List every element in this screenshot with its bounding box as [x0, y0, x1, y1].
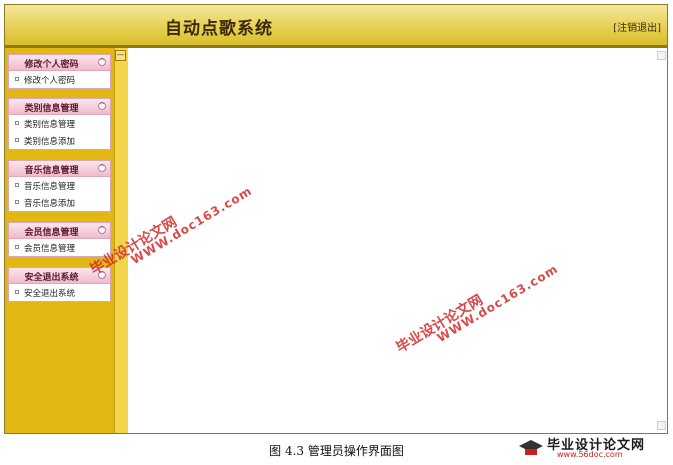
menu-group-member: 会员信息管理 ^ 会员信息管理 — [8, 222, 111, 257]
menu-group-header[interactable]: 会员信息管理 ^ — [9, 223, 110, 239]
bullet-icon — [15, 290, 19, 294]
sidebar: 修改个人密码 ^ 修改个人密码 类别信息管理 ^ 类别信息管理 类别信息添加 音… — [5, 48, 114, 433]
menu-group-header[interactable]: 音乐信息管理 ^ — [9, 161, 110, 177]
header-bar: 自动点歌系统 [注销退出] — [5, 5, 667, 48]
brand-logo: 毕业设计论文网 www.56doc.com — [517, 434, 667, 462]
menu-item-label: 音乐信息管理 — [24, 182, 76, 192]
menu-item-label: 类别信息管理 — [24, 120, 76, 130]
menu-item-category-manage[interactable]: 类别信息管理 — [9, 115, 110, 132]
menu-item-music-manage[interactable]: 音乐信息管理 — [9, 177, 110, 194]
scroll-up-arrow-icon[interactable] — [657, 51, 666, 60]
main-content-frame — [128, 48, 667, 433]
bullet-icon — [15, 77, 19, 81]
scroll-down-arrow-icon[interactable] — [657, 421, 666, 430]
menu-group-title: 修改个人密码 — [24, 60, 79, 70]
menu-group-music: 音乐信息管理 ^ 音乐信息管理 音乐信息添加 — [8, 160, 111, 212]
bullet-icon — [15, 183, 19, 187]
menu-item-label: 音乐信息添加 — [24, 199, 76, 209]
collapse-circle-icon[interactable]: ^ — [98, 164, 106, 172]
menu-item-category-add[interactable]: 类别信息添加 — [9, 132, 110, 149]
app-title: 自动点歌系统 — [165, 19, 273, 39]
menu-group-title: 会员信息管理 — [24, 228, 79, 238]
graduation-cap-icon — [519, 440, 543, 455]
menu-item-label: 修改个人密码 — [24, 76, 76, 86]
menu-group-header[interactable]: 类别信息管理 ^ — [9, 99, 110, 115]
logout-link[interactable]: [注销退出] — [613, 19, 661, 34]
menu-item-label: 安全退出系统 — [24, 289, 76, 299]
menu-group-category: 类别信息管理 ^ 类别信息管理 类别信息添加 — [8, 98, 111, 150]
collapse-sidebar-button[interactable]: — — [115, 50, 126, 61]
menu-item-music-add[interactable]: 音乐信息添加 — [9, 194, 110, 211]
menu-group-title: 安全退出系统 — [24, 273, 79, 283]
collapse-circle-icon[interactable]: ^ — [98, 102, 106, 110]
bullet-icon — [15, 121, 19, 125]
menu-group-title: 音乐信息管理 — [24, 166, 79, 176]
menu-group-header[interactable]: 修改个人密码 ^ — [9, 55, 110, 71]
menu-item-label: 会员信息管理 — [24, 244, 76, 254]
collapse-circle-icon[interactable]: ^ — [98, 58, 106, 66]
menu-item-label: 类别信息添加 — [24, 137, 76, 147]
menu-item-safe-exit[interactable]: 安全退出系统 — [9, 284, 110, 301]
app-window: 自动点歌系统 [注销退出] 修改个人密码 ^ 修改个人密码 类别信息管理 ^ 类… — [4, 4, 668, 434]
menu-item-member-manage[interactable]: 会员信息管理 — [9, 239, 110, 256]
bullet-icon — [15, 245, 19, 249]
menu-item-change-password[interactable]: 修改个人密码 — [9, 71, 110, 88]
menu-group-title: 类别信息管理 — [24, 104, 79, 114]
bullet-icon — [15, 138, 19, 142]
bullet-icon — [15, 200, 19, 204]
menu-group-password: 修改个人密码 ^ 修改个人密码 — [8, 54, 111, 89]
collapse-circle-icon[interactable]: ^ — [98, 226, 106, 234]
brand-url: www.56doc.com — [557, 450, 623, 459]
